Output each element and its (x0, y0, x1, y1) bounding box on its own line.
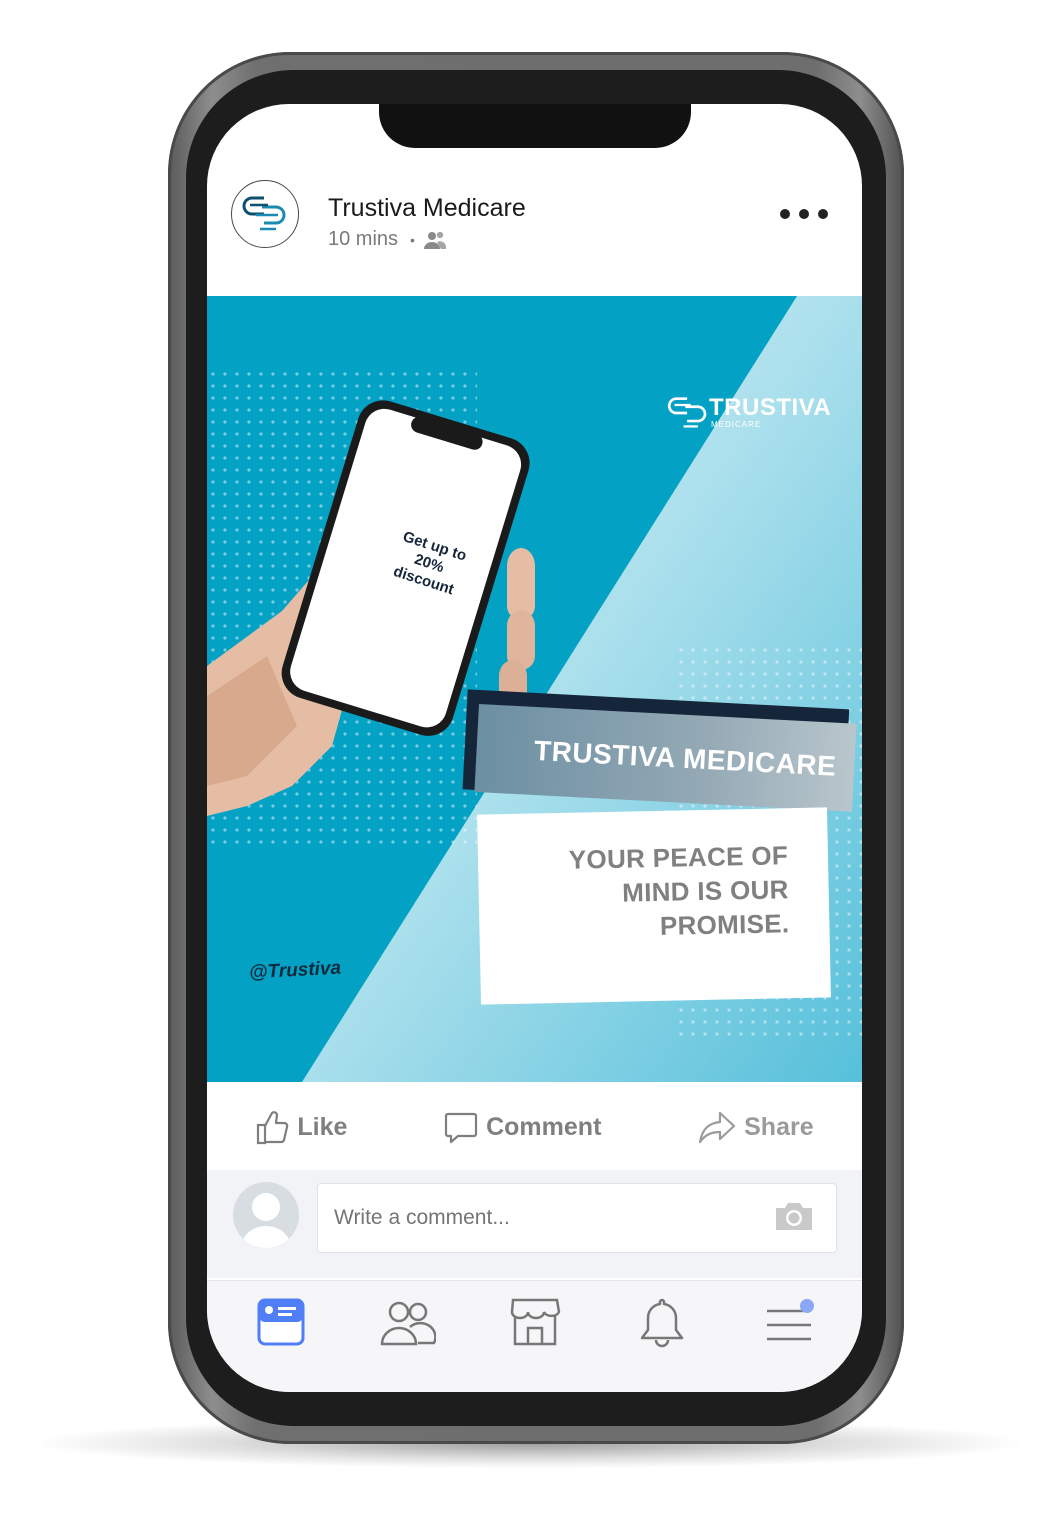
tagline-card: YOUR PEACE OF MIND IS OUR PROMISE. (477, 807, 831, 1005)
menu-icon (766, 1298, 814, 1340)
comment-composer (207, 1170, 862, 1278)
phone-notch (379, 104, 691, 148)
tagline-line: MIND IS OUR (621, 874, 789, 908)
notification-badge-icon (799, 1298, 814, 1313)
friends-icon (380, 1301, 436, 1345)
phone-screen: Trustiva Medicare 10 mins • Get up to 20… (207, 104, 862, 1392)
nav-notifications[interactable] (632, 1292, 692, 1352)
user-avatar[interactable] (233, 1182, 299, 1248)
news-feed-icon (257, 1298, 304, 1345)
more-dot (818, 209, 828, 219)
banner-text: TRUSTIVA MEDICARE (533, 734, 838, 782)
camera-icon[interactable] (773, 1199, 815, 1233)
share-icon (699, 1111, 736, 1144)
comment-label: Comment (486, 1112, 602, 1141)
nav-menu[interactable] (759, 1292, 819, 1352)
bell-icon (640, 1298, 683, 1347)
friends-icon (423, 231, 446, 249)
trustiva-logo-icon (667, 397, 707, 428)
discount-text: Get up to 20% discount (391, 528, 469, 599)
share-label: Share (744, 1112, 814, 1141)
nav-marketplace[interactable] (505, 1292, 565, 1352)
tagline: YOUR PEACE OF MIND IS OUR PROMISE. (569, 838, 790, 945)
post-meta: 10 mins • (328, 228, 447, 251)
more-options-button[interactable] (780, 204, 828, 224)
nav-news-feed[interactable] (251, 1292, 311, 1352)
comment-input[interactable] (317, 1183, 837, 1253)
like-button[interactable]: Like (255, 1109, 347, 1145)
share-button[interactable]: Share (698, 1110, 814, 1144)
tagline-line: YOUR PEACE OF (568, 840, 789, 875)
trustiva-logo-icon (242, 196, 286, 231)
post-time: 10 mins (328, 228, 399, 250)
comment-button[interactable]: Comment (444, 1110, 601, 1144)
marketplace-icon (510, 1298, 560, 1345)
nav-friends[interactable] (378, 1292, 438, 1352)
brand-logo-sub: MEDICARE (711, 420, 762, 429)
meta-separator: • (410, 231, 415, 248)
more-dot (799, 209, 809, 219)
post-image[interactable]: Get up to 20% discount TRUSTIVA MEDICARE… (207, 296, 862, 1082)
tagline-line: PROMISE. (659, 908, 790, 941)
brand-logo: TRUSTIVA MEDICARE (667, 396, 831, 430)
brand-logo-text: TRUSTIVA (709, 394, 832, 421)
page-avatar[interactable] (231, 180, 299, 248)
comment-icon (445, 1112, 478, 1144)
default-avatar-icon (241, 1193, 291, 1248)
bottom-navigation (207, 1280, 862, 1392)
post-actions: Like Comment Share (207, 1092, 862, 1162)
more-dots-icon (780, 209, 790, 219)
author-name[interactable]: Trustiva Medicare (328, 194, 526, 223)
thumbs-up-icon (257, 1111, 289, 1145)
like-label: Like (297, 1112, 348, 1141)
